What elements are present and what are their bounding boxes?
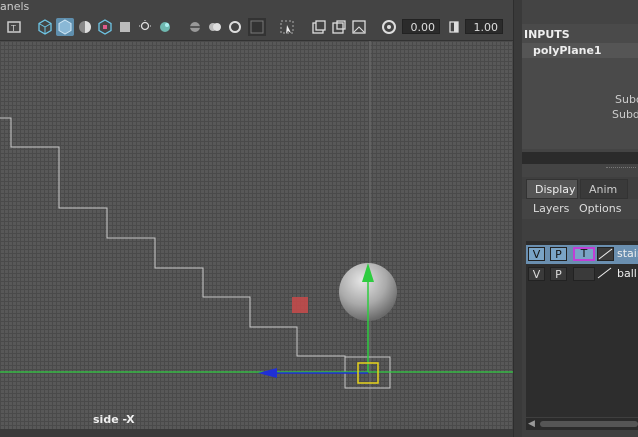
- layer-color-swatch[interactable]: [597, 247, 614, 261]
- svg-text:T: T: [10, 24, 16, 33]
- panel-menubar: anels: [0, 0, 517, 14]
- exposure-icon[interactable]: [380, 18, 398, 36]
- viewport-side[interactable]: side -X: [0, 41, 513, 429]
- layer-visibility-toggle[interactable]: V: [528, 247, 545, 261]
- ambient-occlusion-icon[interactable]: [156, 18, 174, 36]
- right-panel: INPUTS polyPlane1 Subc Subd Display Anim…: [522, 0, 638, 437]
- xray-joints-icon[interactable]: [310, 18, 328, 36]
- tab-anim[interactable]: Anim: [580, 179, 628, 199]
- channel-box-scrollbar[interactable]: [522, 152, 638, 164]
- layer-row-stair[interactable]: V P T stair: [526, 245, 638, 264]
- layer-row-ball[interactable]: V P ball: [526, 265, 638, 284]
- exposure-field[interactable]: 0.00: [402, 19, 440, 34]
- layers-list: V P T stair V P ball: [526, 241, 638, 417]
- layer-playback-toggle[interactable]: P: [550, 267, 567, 281]
- z-axis-arrowhead[interactable]: [258, 368, 277, 378]
- layer-tabs: Display Anim: [526, 179, 638, 199]
- menu-options[interactable]: Options: [579, 202, 621, 215]
- xray-active-icon[interactable]: [330, 18, 348, 36]
- stair-outline[interactable]: [0, 117, 391, 389]
- layer-name[interactable]: stair: [617, 247, 638, 260]
- panels-menu[interactable]: anels: [0, 0, 29, 13]
- input-node-name: polyPlane1: [533, 44, 602, 57]
- grid-toggle-icon[interactable]: [248, 18, 266, 36]
- inputs-title: INPUTS: [524, 28, 570, 41]
- wireframe-cube-icon[interactable]: [36, 18, 54, 36]
- layer-color-swatch[interactable]: [597, 267, 614, 281]
- layer-name[interactable]: ball: [617, 267, 637, 280]
- menu-layers[interactable]: Layers: [533, 202, 569, 215]
- isolate-select-icon[interactable]: [226, 18, 244, 36]
- scene-canvas: [0, 41, 513, 429]
- camera-icon[interactable]: T: [5, 18, 23, 36]
- smooth-shade-icon[interactable]: [76, 18, 94, 36]
- attr-label-subdivisions-height[interactable]: Subd: [612, 108, 638, 121]
- layer-template-toggle[interactable]: [573, 267, 595, 281]
- light-icon[interactable]: [116, 18, 134, 36]
- viewport-toolbar: T 0.00 1.00: [0, 14, 517, 41]
- channel-box-inputs: INPUTS polyPlane1 Subc Subd: [522, 24, 638, 149]
- layer-editor: Display Anim Layers Options V P T stair …: [522, 177, 638, 437]
- pivot-marker[interactable]: [292, 297, 308, 313]
- scroll-left-arrow-icon[interactable]: ◀: [528, 419, 535, 429]
- attr-label-subdivisions-width[interactable]: Subc: [615, 93, 638, 106]
- resize-grip[interactable]: [606, 167, 636, 170]
- textured-icon[interactable]: [96, 18, 114, 36]
- input-node-row[interactable]: polyPlane1: [522, 43, 638, 58]
- image-plane-icon[interactable]: [350, 18, 368, 36]
- gamma-icon[interactable]: [445, 18, 463, 36]
- gamma-field[interactable]: 1.00: [465, 19, 503, 34]
- layer-visibility-toggle[interactable]: V: [528, 267, 545, 281]
- xray-icon[interactable]: [278, 18, 296, 36]
- camera-label: side -X: [93, 413, 135, 426]
- shaded-cube-icon[interactable]: [56, 18, 74, 36]
- antialias-icon[interactable]: [206, 18, 224, 36]
- layer-menu-row: Layers Options: [522, 199, 638, 219]
- shadow-icon[interactable]: [136, 18, 154, 36]
- tab-display[interactable]: Display: [526, 179, 578, 199]
- layer-template-toggle[interactable]: T: [573, 247, 595, 261]
- layers-scrollbar[interactable]: ◀: [526, 418, 638, 430]
- viewport-bottom-bar: [0, 429, 522, 437]
- scrollbar-thumb[interactable]: [540, 421, 638, 427]
- layer-playback-toggle[interactable]: P: [550, 247, 567, 261]
- motion-blur-icon[interactable]: [186, 18, 204, 36]
